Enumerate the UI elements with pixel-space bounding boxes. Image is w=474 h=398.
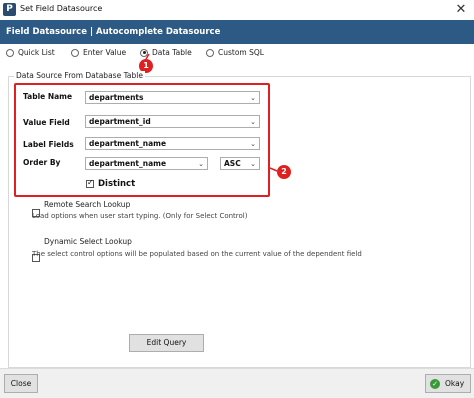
dynamic-select-description: The select control options will be popul… (32, 250, 362, 258)
value-field-label: Value Field (23, 118, 70, 127)
edit-query-button[interactable]: Edit Query (129, 334, 204, 352)
data-source-group-label: Data Source From Database Table (14, 71, 145, 80)
chevron-down-icon: ⌄ (250, 160, 256, 168)
label-fields-value: department_name (89, 139, 167, 148)
value-field-select[interactable]: department_id ⌄ (85, 115, 260, 128)
chevron-down-icon: ⌄ (250, 140, 256, 148)
chevron-down-icon: ⌄ (250, 118, 256, 126)
value-field-value: department_id (89, 117, 151, 126)
table-name-select[interactable]: departments ⌄ (85, 91, 260, 104)
remote-search-description: Load options when user start typing. (On… (32, 212, 248, 220)
label-fields-select[interactable]: department_name ⌄ (85, 137, 260, 150)
order-by-value: department_name (89, 159, 167, 168)
label-fields-label: Label Fields (23, 140, 74, 149)
remote-search-label: Remote Search Lookup (44, 200, 131, 209)
okay-button[interactable]: ✓ Okay (425, 374, 471, 393)
chevron-down-icon: ⌄ (198, 160, 204, 168)
order-direction-select[interactable]: ASC ⌄ (220, 157, 260, 170)
callout-badge-two: 2 (277, 165, 291, 179)
order-direction-value: ASC (224, 159, 241, 168)
dynamic-select-label: Dynamic Select Lookup (44, 237, 132, 246)
order-by-label: Order By (23, 158, 61, 167)
close-button[interactable]: Close (4, 374, 38, 393)
order-by-select[interactable]: department_name ⌄ (85, 157, 208, 170)
table-name-label: Table Name (23, 92, 73, 101)
distinct-checkbox[interactable] (86, 178, 94, 188)
table-name-value: departments (89, 93, 144, 102)
okay-label: Okay (445, 379, 465, 388)
distinct-label: Distinct (98, 179, 136, 189)
chevron-down-icon: ⌄ (250, 94, 256, 102)
check-circle-icon: ✓ (430, 379, 440, 389)
dialog-footer (0, 368, 474, 398)
